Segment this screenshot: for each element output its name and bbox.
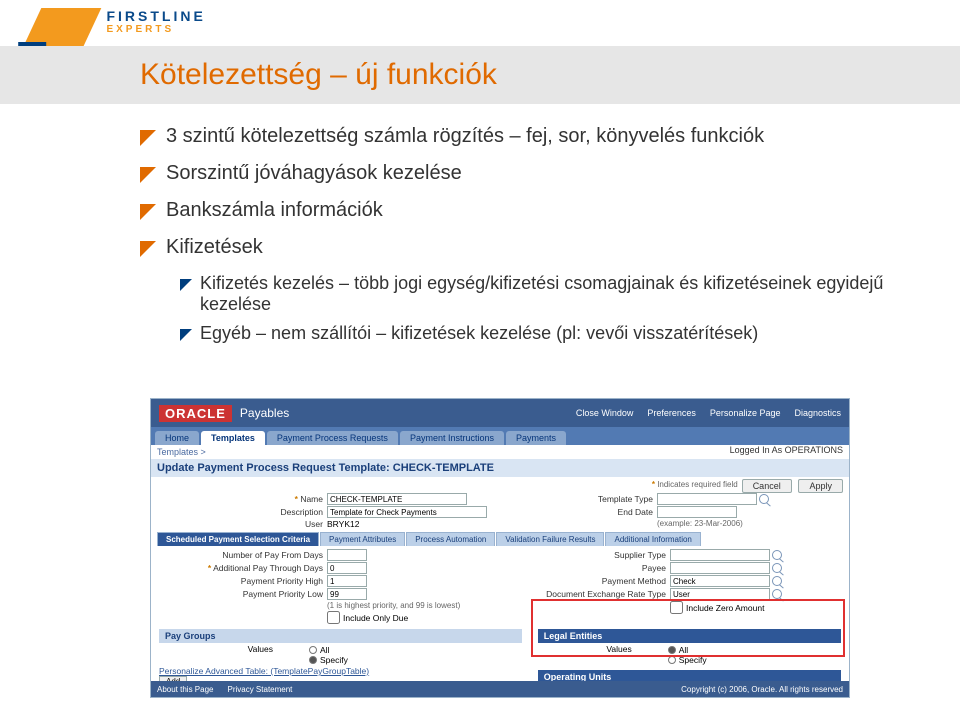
radio-specify-label: Specify	[679, 655, 707, 665]
oracle-header-bar: ORACLE Payables Close Window Preferences…	[151, 399, 849, 427]
link-preferences[interactable]: Preferences	[647, 408, 696, 418]
logo-subtext: EXPERTS	[106, 24, 205, 35]
radio-specify[interactable]	[668, 697, 676, 698]
example-date: (example: 23-Mar-2006)	[657, 519, 743, 528]
sub-bullet-icon	[180, 329, 192, 341]
bullet-text: Sorszintű jóváhagyások kezelése	[166, 162, 462, 185]
tab-templates[interactable]: Templates	[201, 431, 265, 445]
input-payment-method[interactable]	[670, 575, 770, 587]
tab-payment-instructions[interactable]: Payment Instructions	[400, 431, 504, 445]
apply-button[interactable]: Apply	[798, 479, 843, 493]
link-diagnostics[interactable]: Diagnostics	[794, 408, 841, 418]
label-payee: Payee	[500, 563, 670, 573]
page-heading: Update Payment Process Request Template:…	[151, 459, 849, 477]
tab-payments[interactable]: Payments	[506, 431, 566, 445]
bullet-icon	[140, 167, 156, 183]
label-priority-low: Payment Priority Low	[157, 589, 327, 599]
input-payee[interactable]	[670, 562, 770, 574]
label-values: Values	[538, 644, 638, 666]
label-der-type: Document Exchange Rate Type	[500, 589, 670, 599]
input-pay-from-days[interactable]	[327, 549, 367, 561]
label-name: Name	[300, 494, 323, 504]
subtab-additional-info[interactable]: Additional Information	[605, 532, 700, 546]
label-priority-high: Payment Priority High	[157, 576, 327, 586]
search-icon[interactable]	[759, 494, 769, 504]
label-template-type: Template Type	[487, 494, 657, 504]
body-content: 3 szintű kötelezettség számla rögzítés –…	[140, 125, 920, 352]
radio-specify-label: Specify	[320, 655, 348, 665]
bullet-icon	[140, 130, 156, 146]
input-supplier-type[interactable]	[670, 549, 770, 561]
required-note: Indicates required field	[657, 480, 738, 489]
checkbox-include-only-due[interactable]	[327, 611, 340, 624]
footer-copyright: Copyright (c) 2006, Oracle. All rights r…	[681, 685, 843, 694]
input-description[interactable]	[327, 506, 487, 518]
radio-specify[interactable]	[668, 656, 676, 664]
search-icon[interactable]	[772, 589, 782, 599]
radio-all[interactable]	[668, 646, 676, 654]
label-pay-from-days: Number of Pay From Days	[157, 550, 327, 560]
subtab-selection-criteria[interactable]: Scheduled Payment Selection Criteria	[157, 532, 319, 546]
logo-text-line2: LINE	[162, 8, 206, 24]
sub-bullet-text: Egyéb – nem szállítói – kifizetések keze…	[200, 323, 758, 344]
section-pay-groups: Pay Groups	[159, 629, 522, 643]
search-icon[interactable]	[772, 563, 782, 573]
oracle-footer: About this Page Privacy Statement Copyri…	[151, 681, 849, 697]
search-icon[interactable]	[772, 550, 782, 560]
bullet-text: Bankszámla információk	[166, 199, 383, 222]
input-pay-through-days[interactable]	[327, 562, 367, 574]
radio-all[interactable]	[309, 646, 317, 654]
footer-about[interactable]: About this Page	[157, 685, 213, 694]
bullet-text: 3 szintű kötelezettség számla rögzítés –…	[166, 125, 764, 148]
section-legal-entities: Legal Entities	[538, 629, 841, 643]
logo-mark	[23, 8, 102, 48]
tab-payment-process-requests[interactable]: Payment Process Requests	[267, 431, 398, 445]
input-priority-low[interactable]	[327, 588, 367, 600]
label-include-zero: Include Zero Amount	[686, 603, 764, 613]
bullet-text: Kifizetések	[166, 236, 263, 259]
input-der-type[interactable]	[670, 588, 770, 600]
tab-home[interactable]: Home	[155, 431, 199, 445]
link-personalize-table[interactable]: Personalize Advanced Table: (TemplatePay…	[159, 666, 369, 676]
bullet-icon	[140, 204, 156, 220]
input-end-date[interactable]	[657, 506, 737, 518]
input-template-type[interactable]	[657, 493, 757, 505]
label-payment-method: Payment Method	[500, 576, 670, 586]
link-personalize-page[interactable]: Personalize Page	[710, 408, 781, 418]
label-description: Description	[157, 507, 327, 517]
sub-bullet-text: Kifizetés kezelés – több jogi egység/kif…	[200, 273, 920, 315]
label-user: User	[157, 519, 327, 529]
sub-bullet-icon	[180, 279, 192, 291]
radio-specify[interactable]	[309, 656, 317, 664]
checkbox-include-zero[interactable]	[670, 601, 683, 614]
priority-note: (1 is highest priority, and 99 is lowest…	[327, 601, 460, 610]
oracle-sub-tabs: Scheduled Payment Selection Criteria Pay…	[157, 532, 843, 546]
footer-privacy[interactable]: Privacy Statement	[227, 685, 292, 694]
label-supplier-type: Supplier Type	[500, 550, 670, 560]
subtab-payment-attributes[interactable]: Payment Attributes	[320, 532, 405, 546]
link-close-window[interactable]: Close Window	[576, 408, 634, 418]
oracle-module: Payables	[240, 406, 289, 420]
label-pay-through-days: Additional Pay Through Days	[213, 563, 323, 573]
oracle-main-tabs: Home Templates Payment Process Requests …	[151, 427, 849, 445]
subtab-validation-failure[interactable]: Validation Failure Results	[496, 532, 604, 546]
label-end-date: End Date	[487, 507, 657, 517]
oracle-logo: ORACLE	[159, 405, 232, 422]
search-icon[interactable]	[772, 576, 782, 586]
radio-all-label: All	[679, 645, 688, 655]
label-include-only-due: Include Only Due	[343, 613, 408, 623]
cancel-button[interactable]: Cancel	[742, 479, 792, 493]
embedded-oracle-screenshot: ORACLE Payables Close Window Preferences…	[150, 398, 850, 698]
radio-all-label: All	[320, 645, 329, 655]
input-name[interactable]	[327, 493, 467, 505]
logo-text-line1: FIRST	[106, 8, 161, 24]
value-user: BRYK12	[327, 519, 359, 529]
logged-in-label: Logged In As OPERATIONS	[730, 445, 849, 455]
subtab-process-automation[interactable]: Process Automation	[406, 532, 495, 546]
bullet-icon	[140, 241, 156, 257]
input-priority-high[interactable]	[327, 575, 367, 587]
label-values: Values	[159, 644, 279, 666]
page-title: Kötelezettség – új funkciók	[140, 46, 930, 104]
